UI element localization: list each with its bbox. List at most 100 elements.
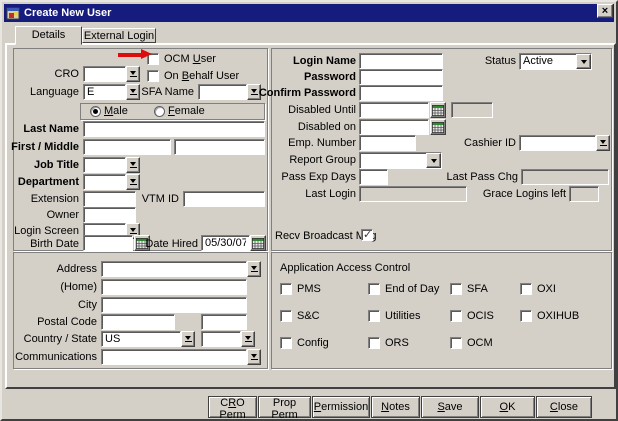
owner-input[interactable] bbox=[83, 207, 136, 223]
user-details-panel: OCM User CRO On Behalf User Language SFA… bbox=[13, 48, 268, 251]
last-login-label: Last Login bbox=[305, 187, 356, 202]
lov-arrow-icon bbox=[130, 162, 136, 166]
ok-button[interactable]: OK bbox=[480, 396, 535, 418]
state-lov-button[interactable] bbox=[241, 331, 255, 347]
address-input[interactable] bbox=[101, 261, 247, 277]
home-address-input[interactable] bbox=[101, 279, 247, 295]
vtm-id-input[interactable] bbox=[183, 191, 265, 207]
save-button[interactable]: Save bbox=[421, 396, 479, 418]
access-end-of-day-checkbox[interactable] bbox=[368, 283, 380, 295]
password-input[interactable] bbox=[359, 69, 443, 85]
access-sc-label: S&C bbox=[297, 309, 320, 324]
extension-input[interactable] bbox=[83, 191, 136, 207]
disabled-on-input[interactable] bbox=[359, 119, 429, 135]
language-input[interactable] bbox=[83, 84, 126, 100]
access-ocm-checkbox[interactable] bbox=[450, 337, 462, 349]
last-name-label: Last Name bbox=[23, 122, 79, 137]
confirm-password-input[interactable] bbox=[359, 85, 443, 101]
communications-lov-button[interactable] bbox=[247, 349, 261, 365]
cashier-id-lov-button[interactable] bbox=[596, 135, 610, 151]
country-input[interactable] bbox=[101, 331, 181, 347]
access-ors-checkbox[interactable] bbox=[368, 337, 380, 349]
report-group-dropdown-button[interactable] bbox=[426, 153, 441, 168]
access-ocis-checkbox[interactable] bbox=[450, 310, 462, 322]
title-bar: Create New User bbox=[4, 4, 614, 22]
login-name-label: Login Name bbox=[293, 54, 356, 69]
access-sfa-checkbox[interactable] bbox=[450, 283, 462, 295]
report-group-dropdown[interactable] bbox=[359, 152, 442, 169]
on-behalf-user-checkbox[interactable] bbox=[147, 70, 159, 82]
lov-arrow-icon bbox=[130, 71, 136, 75]
permission-button[interactable]: Permission bbox=[312, 396, 370, 418]
access-utilities-checkbox[interactable] bbox=[368, 310, 380, 322]
department-input[interactable] bbox=[83, 174, 126, 190]
job-title-input[interactable] bbox=[83, 157, 126, 173]
female-radio[interactable] bbox=[154, 106, 165, 117]
cro-perm-button[interactable]: CRO Perm bbox=[208, 396, 257, 418]
last-pass-chg-label: Last Pass Chg bbox=[446, 170, 518, 185]
job-title-lov-button[interactable] bbox=[126, 157, 140, 173]
cashier-id-input[interactable] bbox=[519, 135, 596, 151]
recv-broadcast-msg-checkbox[interactable] bbox=[361, 229, 373, 241]
language-lov-button[interactable] bbox=[126, 84, 140, 100]
notes-button[interactable]: Notes bbox=[371, 396, 420, 418]
postal-code-ext-input[interactable] bbox=[201, 314, 247, 330]
application-access-panel: Application Access Control PMS End of Da… bbox=[271, 252, 612, 369]
owner-label: Owner bbox=[47, 208, 79, 223]
access-config-label: Config bbox=[297, 336, 329, 351]
access-sfa-label: SFA bbox=[467, 282, 488, 297]
birth-date-input[interactable] bbox=[83, 235, 133, 251]
status-dropdown-button[interactable] bbox=[576, 54, 591, 69]
last-name-input[interactable] bbox=[83, 121, 265, 137]
male-label: Male bbox=[104, 104, 128, 119]
address-lov-button[interactable] bbox=[247, 261, 261, 277]
calendar-icon bbox=[252, 238, 264, 249]
communications-input[interactable] bbox=[101, 349, 247, 365]
access-sc-checkbox[interactable] bbox=[280, 310, 292, 322]
status-dropdown[interactable]: Active bbox=[519, 53, 592, 70]
postal-code-input[interactable] bbox=[101, 314, 175, 330]
prop-perm-button[interactable]: Prop Perm bbox=[258, 396, 311, 418]
sfa-name-input[interactable] bbox=[198, 84, 247, 100]
cro-input[interactable] bbox=[83, 66, 126, 82]
date-hired-label: Date Hired bbox=[145, 237, 198, 252]
state-input[interactable] bbox=[201, 331, 241, 347]
extension-label: Extension bbox=[31, 192, 79, 207]
close-dialog-button[interactable]: Close bbox=[536, 396, 592, 418]
tab-external-login[interactable]: External Login bbox=[82, 28, 156, 43]
login-name-input[interactable] bbox=[359, 53, 443, 69]
date-hired-calendar-button[interactable] bbox=[250, 235, 266, 251]
login-details-panel: Login Name Status Active Password Confir… bbox=[271, 48, 612, 251]
lov-arrow-icon bbox=[130, 179, 136, 183]
date-hired-input[interactable] bbox=[201, 235, 250, 251]
department-lov-button[interactable] bbox=[126, 174, 140, 190]
address-label: Address bbox=[57, 262, 97, 277]
vtm-id-label: VTM ID bbox=[142, 192, 179, 207]
status-value: Active bbox=[520, 54, 576, 69]
chevron-down-icon bbox=[431, 159, 437, 163]
disabled-until-calendar-button[interactable] bbox=[430, 102, 446, 118]
access-oxi-checkbox[interactable] bbox=[520, 283, 532, 295]
report-group-value bbox=[360, 153, 426, 168]
city-label: City bbox=[78, 298, 97, 313]
emp-number-input[interactable] bbox=[359, 135, 416, 151]
access-ors-label: ORS bbox=[385, 336, 409, 351]
access-ocis-label: OCIS bbox=[467, 309, 494, 324]
access-config-checkbox[interactable] bbox=[280, 337, 292, 349]
password-label: Password bbox=[304, 70, 356, 85]
gender-radio-group: Male Female bbox=[80, 103, 265, 120]
pass-exp-days-input[interactable] bbox=[359, 169, 388, 185]
cro-lov-button[interactable] bbox=[126, 66, 140, 82]
disabled-on-calendar-button[interactable] bbox=[430, 119, 446, 135]
on-behalf-user-label: On Behalf User bbox=[164, 69, 239, 84]
male-radio[interactable] bbox=[90, 106, 101, 117]
country-lov-button[interactable] bbox=[181, 331, 195, 347]
city-input[interactable] bbox=[101, 297, 247, 313]
first-name-input[interactable] bbox=[83, 139, 171, 155]
access-oxihub-checkbox[interactable] bbox=[520, 310, 532, 322]
middle-name-input[interactable] bbox=[174, 139, 265, 155]
disabled-until-input[interactable] bbox=[359, 102, 429, 118]
tab-details[interactable]: Details bbox=[15, 26, 82, 45]
close-button[interactable]: × bbox=[597, 4, 613, 18]
access-pms-checkbox[interactable] bbox=[280, 283, 292, 295]
